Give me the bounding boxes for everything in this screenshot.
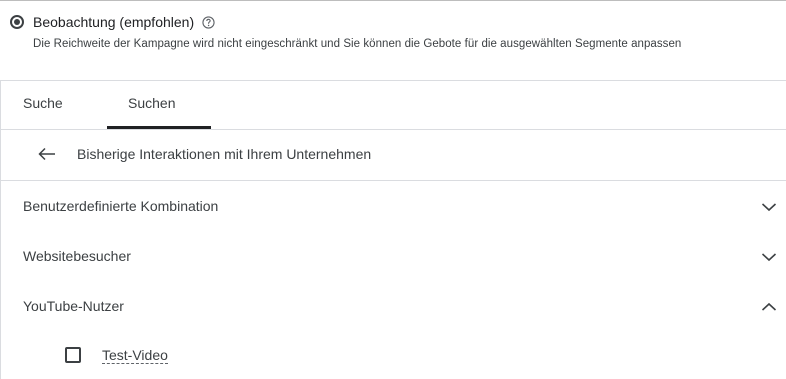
breadcrumb-back-row[interactable]: Bisherige Interaktionen mit Ihrem Untern… — [1, 130, 786, 181]
segment-tabs: Suche Suchen — [1, 81, 786, 130]
active-tab-indicator — [107, 126, 211, 129]
test-video-label[interactable]: Test-Video — [102, 347, 168, 364]
observation-option-label: Beobachtung (empfohlen) — [33, 14, 195, 30]
top-divider — [0, 0, 786, 1]
chevron-up-icon[interactable] — [761, 302, 777, 312]
chevron-down-icon[interactable] — [761, 202, 777, 212]
arrow-back-icon[interactable] — [38, 147, 56, 161]
segment-browser-panel: Suche Suchen Bisherige Interaktionen mit… — [0, 80, 786, 379]
section-label: YouTube-Nutzer — [23, 298, 124, 314]
section-label: Websitebesucher — [23, 248, 131, 264]
chevron-down-icon[interactable] — [761, 252, 777, 262]
help-icon[interactable] — [202, 15, 215, 29]
section-label: Benutzerdefinierte Kombination — [23, 198, 219, 214]
section-custom-combination[interactable]: Benutzerdefinierte Kombination — [1, 182, 786, 232]
test-video-checkbox[interactable] — [65, 347, 81, 363]
tab-suchen[interactable]: Suchen — [128, 95, 175, 111]
observation-description: Die Reichweite der Kampagne wird nicht e… — [33, 38, 682, 50]
section-youtube-users[interactable]: YouTube-Nutzer — [1, 282, 786, 332]
radio-selected-icon[interactable] — [10, 15, 24, 29]
list-item: Test-Video — [1, 333, 786, 379]
section-website-visitors[interactable]: Websitebesucher — [1, 232, 786, 282]
observation-option[interactable]: Beobachtung (empfohlen) — [10, 14, 215, 30]
breadcrumb-label: Bisherige Interaktionen mit Ihrem Untern… — [77, 146, 372, 162]
tab-suche[interactable]: Suche — [23, 95, 63, 111]
